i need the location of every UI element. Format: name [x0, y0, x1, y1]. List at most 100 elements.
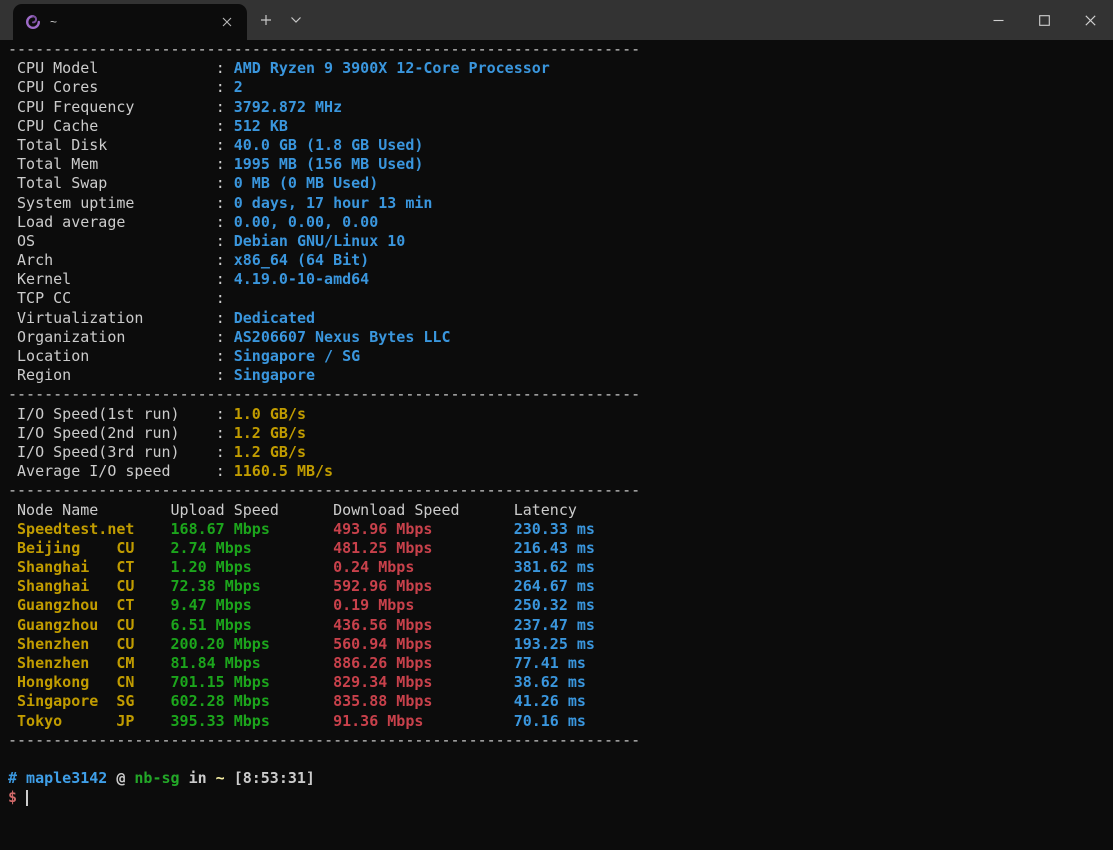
prompt-time: [8:53:31] — [234, 769, 315, 787]
sysinfo-row: Arch:x86_64 (64 Bit) — [8, 251, 1105, 270]
command-line[interactable]: $ — [8, 788, 1105, 807]
sysinfo-row: CPU Cores:2 — [8, 78, 1105, 97]
node-carrier: CU — [116, 577, 134, 596]
tab-dropdown-chevron-icon[interactable] — [281, 6, 311, 34]
info-colon: : — [216, 136, 225, 154]
download-value: 886.26 Mbps — [333, 654, 514, 673]
header-upload: Upload Speed — [171, 501, 334, 520]
close-window-icon[interactable] — [1067, 0, 1113, 40]
download-value: 436.56 Mbps — [333, 616, 514, 635]
info-colon: : — [216, 347, 225, 365]
info-value: AS206607 Nexus Bytes LLC — [234, 328, 451, 346]
node-carrier: CU — [116, 616, 134, 635]
header-node-name: Node Name — [17, 501, 171, 520]
tab-close-icon[interactable] — [215, 10, 239, 34]
info-label: Total Mem — [17, 155, 216, 174]
info-colon: : — [216, 59, 225, 77]
prompt-hostname: nb-sg — [134, 769, 179, 787]
info-colon: : — [216, 117, 225, 135]
sysinfo-row: Location: Singapore / SG — [8, 347, 1105, 366]
upload-value: 1.20 Mbps — [171, 558, 334, 577]
node-cell: Speedtest.net — [17, 520, 171, 539]
upload-value: 6.51 Mbps — [171, 616, 334, 635]
io-row: I/O Speed(3rd run):1.2 GB/s — [8, 443, 1105, 462]
speedtest-row: TokyoJP395.33 Mbps91.36 Mbps70.16 ms — [8, 712, 1105, 731]
header-latency: Latency — [514, 501, 577, 520]
speedtest-row: GuangzhouCT9.47 Mbps0.19 Mbps250.32 ms — [8, 596, 1105, 615]
info-colon: : — [216, 213, 225, 231]
titlebar[interactable]: ~ — [0, 0, 1113, 40]
speedtest-row: ShenzhenCU200.20 Mbps560.94 Mbps193.25 m… — [8, 635, 1105, 654]
upload-value: 9.47 Mbps — [171, 596, 334, 615]
info-label: Location — [17, 347, 216, 366]
new-tab-icon[interactable] — [251, 6, 281, 34]
prompt-path: ~ — [216, 769, 225, 787]
info-value: Singapore — [234, 366, 315, 384]
info-colon: : — [216, 232, 225, 250]
info-value: 0.00, 0.00, 0.00 — [234, 213, 379, 231]
io-value: 1160.5 MB/s — [234, 462, 333, 480]
speedtest-row: GuangzhouCU6.51 Mbps436.56 Mbps237.47 ms — [8, 616, 1105, 635]
node-cell: Singapore SG — [17, 692, 171, 711]
info-colon: : — [216, 98, 225, 116]
info-label: CPU Cores — [17, 78, 216, 97]
io-colon: : — [216, 405, 225, 423]
node-cell: Shanghai CU — [17, 577, 171, 596]
node-city: Guangzhou — [17, 596, 98, 614]
info-value: Singapore / SG — [234, 347, 360, 365]
prompt-hash: # — [8, 769, 17, 787]
info-colon: : — [216, 328, 225, 346]
node-city: Shanghai — [17, 558, 89, 576]
info-value: Dedicated — [234, 309, 315, 327]
latency-value: 70.16 ms — [514, 712, 586, 731]
sysinfo-row: OS:Debian GNU/Linux 10 — [8, 232, 1105, 251]
node-carrier: JP — [116, 712, 134, 731]
info-label: CPU Frequency — [17, 98, 216, 117]
info-label: Region — [17, 366, 216, 385]
latency-value: 264.67 ms — [514, 577, 595, 596]
info-value: 0 days, 17 hour 13 min — [234, 194, 433, 212]
info-colon: : — [216, 78, 225, 96]
sysinfo-row: Virtualization:Dedicated — [8, 309, 1105, 328]
node-city: Shanghai — [17, 577, 89, 595]
terminal-screen[interactable]: ----------------------------------------… — [0, 40, 1113, 850]
info-colon: : — [216, 174, 225, 192]
download-value: 560.94 Mbps — [333, 635, 514, 654]
info-value: 0 MB (0 MB Used) — [234, 174, 379, 192]
io-row: Average I/O speed:1160.5 MB/s — [8, 462, 1105, 481]
minimize-icon[interactable] — [975, 0, 1021, 40]
shell-profile-icon — [25, 14, 41, 30]
info-label: CPU Model — [17, 59, 216, 78]
info-colon: : — [216, 366, 225, 384]
info-label: Total Disk — [17, 136, 216, 155]
speedtest-row: ShenzhenCM81.84 Mbps886.26 Mbps77.41 ms — [8, 654, 1105, 673]
maximize-icon[interactable] — [1021, 0, 1067, 40]
info-value: Debian GNU/Linux 10 — [234, 232, 406, 250]
latency-value: 41.26 ms — [514, 692, 586, 711]
node-carrier: SG — [116, 692, 134, 711]
node-carrier: CU — [116, 539, 134, 558]
sysinfo-row: Organization:AS206607 Nexus Bytes LLC — [8, 328, 1105, 347]
separator: ----------------------------------------… — [8, 385, 1105, 404]
info-colon: : — [216, 194, 225, 212]
io-label: I/O Speed(3rd run) — [17, 443, 216, 462]
node-cell: BeijingCU — [17, 539, 171, 558]
sysinfo-row: CPU Model:AMD Ryzen 9 3900X 12-Core Proc… — [8, 59, 1105, 78]
info-colon: : — [216, 270, 225, 288]
window-drag-region[interactable] — [311, 0, 975, 40]
info-value: x86_64 (64 Bit) — [234, 251, 369, 269]
blank-line — [8, 750, 1105, 769]
node-city: Singapore — [17, 692, 98, 710]
separator: ----------------------------------------… — [8, 40, 1105, 59]
node-cell: ShenzhenCU — [17, 635, 171, 654]
io-value: 1.2 GB/s — [234, 424, 306, 442]
info-value: 1995 MB (156 MB Used) — [234, 155, 424, 173]
prompt-at: @ — [116, 769, 125, 787]
node-city: Speedtest.net — [17, 520, 134, 538]
terminal-tab[interactable]: ~ — [13, 4, 247, 40]
speedtest-row: Speedtest.net168.67 Mbps493.96 Mbps230.3… — [8, 520, 1105, 539]
speedtest-row: ShanghaiCT1.20 Mbps0.24 Mbps381.62 ms — [8, 558, 1105, 577]
latency-value: 230.33 ms — [514, 520, 595, 539]
prompt-in: in — [189, 769, 207, 787]
io-row: I/O Speed(1st run):1.0 GB/s — [8, 405, 1105, 424]
